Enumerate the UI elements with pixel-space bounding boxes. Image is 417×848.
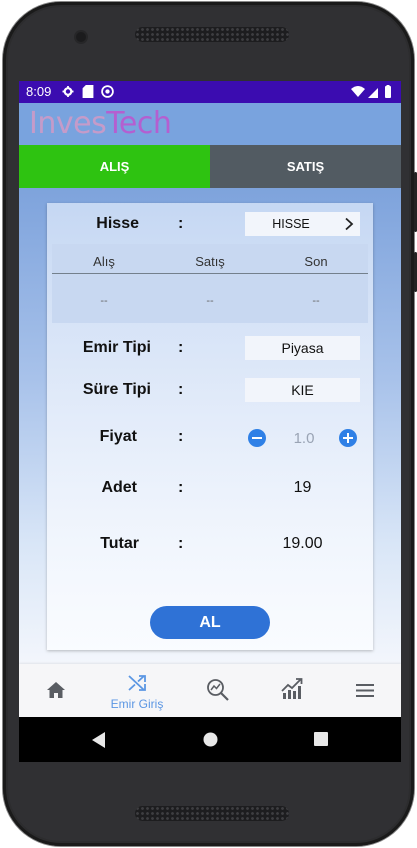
chevron-right-icon	[345, 217, 354, 231]
tab-alis[interactable]: ALIŞ	[19, 145, 210, 188]
hisse-colon: :	[178, 215, 184, 232]
signal-battery-icons	[351, 85, 391, 98]
tutar-value: 19.00	[282, 535, 323, 552]
menu-icon	[356, 684, 374, 697]
sync-icon	[101, 85, 114, 98]
quote-value-son: --	[312, 295, 320, 307]
nav-emir-giris-label: Emir Giriş	[110, 697, 164, 711]
quote-header-row: Alış Satış Son	[52, 244, 368, 274]
app-logo: InvesTech	[29, 106, 172, 141]
back-icon[interactable]	[92, 732, 106, 748]
fiyat-colon: :	[178, 428, 184, 445]
quote-value-satis: --	[206, 295, 214, 307]
tutar-colon: :	[178, 535, 184, 552]
quote-value-alis: --	[100, 295, 108, 307]
nav-home[interactable]	[37, 664, 77, 717]
adet-label: Adet	[101, 479, 137, 496]
order-side-tabs: ALIŞ SATIŞ	[19, 145, 401, 188]
top-speaker	[135, 27, 289, 42]
al-submit-button[interactable]: AL	[150, 606, 270, 639]
screen: 8:09 InvesTech ALIŞ SATIŞ Hisse: HISSE …	[19, 81, 401, 762]
nav-portfolio[interactable]	[277, 664, 307, 717]
minus-circle-icon[interactable]	[248, 429, 266, 447]
bottom-speaker	[135, 806, 289, 821]
front-camera	[76, 32, 86, 42]
trending-up-icon	[281, 678, 303, 699]
quote-header-satis: Satış	[195, 254, 225, 269]
tab-satis[interactable]: SATIŞ	[210, 145, 401, 188]
sd-card-icon	[82, 85, 94, 98]
quote-header-alis: Alış	[93, 254, 115, 269]
sure-tipi-label: Süre Tipi	[82, 381, 151, 398]
hisse-selector-button[interactable]: HISSE	[245, 212, 360, 236]
system-navigation-bar	[19, 717, 401, 762]
recents-icon[interactable]	[314, 732, 328, 746]
status-bar: 8:09	[19, 81, 401, 103]
home-icon	[47, 682, 65, 698]
emir-tipi-colon: :	[178, 339, 184, 356]
order-form-card: Hisse : HISSE Alış Satış Son -- -- -- Em…	[47, 203, 373, 650]
quote-header-son: Son	[304, 254, 328, 269]
order-entry-content: Hisse : HISSE Alış Satış Son -- -- -- Em…	[19, 188, 401, 664]
quote-table: Alış Satış Son -- -- --	[52, 244, 368, 323]
hisse-label: Hisse	[96, 215, 139, 232]
emir-tipi-select[interactable]: Piyasa	[245, 336, 360, 360]
tutar-label: Tutar	[100, 535, 139, 552]
home-circle-icon[interactable]	[203, 732, 218, 747]
status-time: 8:09	[26, 84, 52, 99]
shuffle-icon	[128, 675, 146, 691]
adet-colon: :	[178, 479, 184, 496]
plus-circle-icon[interactable]	[339, 429, 357, 447]
logo-text-inves: Inves	[29, 106, 107, 141]
sure-tipi-colon: :	[178, 381, 184, 398]
hisse-value: HISSE	[272, 217, 310, 231]
search-chart-icon	[207, 679, 229, 701]
logo-text-tech: Tech	[106, 106, 172, 141]
nav-menu[interactable]	[349, 664, 379, 717]
nav-emir-giris[interactable]: Emir Giriş	[101, 664, 173, 717]
bottom-navigation: Emir Giriş	[19, 664, 401, 717]
nav-market-search[interactable]	[203, 664, 233, 717]
emir-tipi-label: Emir Tipi	[82, 339, 151, 356]
settings-icon	[62, 86, 74, 97]
fiyat-label: Fiyat	[99, 428, 137, 445]
adet-value[interactable]: 19	[245, 479, 360, 497]
fiyat-value[interactable]: 1.0	[276, 430, 332, 447]
app-bar: InvesTech	[19, 103, 401, 145]
fiyat-stepper: 1.0	[248, 426, 360, 450]
sure-tipi-select[interactable]: KIE	[245, 378, 360, 402]
